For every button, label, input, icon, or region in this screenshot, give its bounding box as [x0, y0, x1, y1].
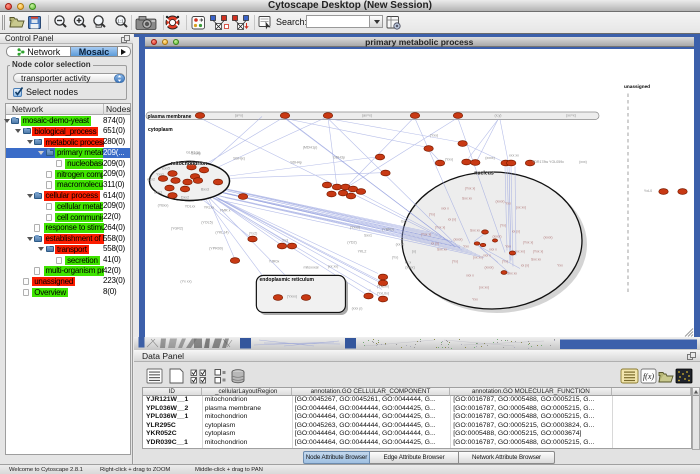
svg-text:GDH3p: GDH3p — [333, 155, 345, 159]
svg-text:(Yx): (Yx) — [451, 259, 457, 263]
svg-text:Sxx xx: Sxx xx — [437, 247, 447, 251]
svg-text:(Yx xx): (Yx xx) — [180, 279, 191, 283]
svg-text:x: x — [369, 288, 371, 292]
svg-text:(ax=x): (ax=x) — [361, 113, 371, 117]
svg-text:mitoxxxal: mitoxxxal — [303, 265, 318, 269]
svg-text:Sxx xx: Sxx xx — [462, 196, 472, 200]
svg-text:Yxx: Yxx — [463, 244, 469, 248]
svg-text:(Yx): (Yx) — [428, 212, 434, 216]
svg-text:(xxxx): (xxxx) — [543, 235, 552, 239]
svg-text:Sxx xx: Sxx xx — [507, 271, 517, 275]
svg-text:(Yxx2): (Yxx2) — [349, 225, 359, 229]
svg-text:(Yxx): (Yxx) — [444, 157, 452, 161]
svg-text:Yxx: Yxx — [472, 297, 478, 301]
svg-text:Yx3: Yx3 — [281, 238, 287, 242]
svg-text:(Yx): (Yx) — [391, 255, 398, 259]
svg-text:(x,y): (x,y) — [494, 113, 501, 117]
svg-text:xxx x: xxx x — [441, 206, 449, 210]
svg-text:mitochondrion: mitochondrion — [170, 161, 206, 167]
svg-text:(Yxx): (Yxx) — [429, 133, 437, 137]
svg-text:(xx xx): (xx xx) — [473, 255, 483, 259]
svg-text:(YD2): (YD2) — [347, 240, 356, 244]
svg-text:(Yxx x): (Yxx x) — [522, 240, 533, 244]
svg-text:(YxL0x): (YxL0x) — [376, 291, 388, 295]
svg-text:xx (x): xx (x) — [430, 241, 438, 245]
svg-text:Sxx1: Sxx1 — [364, 233, 372, 237]
svg-text:Bxx3: Bxx3 — [201, 187, 209, 191]
svg-text:(Yx): (Yx) — [499, 223, 505, 227]
svg-text:(xxxx): (xxxx) — [492, 234, 501, 238]
svg-text:xxx xx: xxx xx — [509, 153, 519, 157]
svg-text:f(x): f(x) — [643, 372, 654, 381]
svg-text:(a=x): (a=x) — [234, 113, 242, 117]
svg-text:(YKL14): (YKL14) — [215, 230, 228, 234]
svg-text:Sxx xx: Sxx xx — [470, 228, 480, 232]
svg-text:(Yxx x): (Yxx x) — [420, 232, 431, 236]
svg-text:xx (x): xx (x) — [520, 263, 528, 267]
svg-text:(xx=x): (xx=x) — [566, 113, 576, 117]
svg-text:xx (x): xx (x) — [511, 229, 519, 233]
svg-text:Axx2: Axx2 — [147, 177, 155, 181]
svg-text:(Yxx x): (Yxx x) — [532, 249, 543, 253]
svg-text:(xx xx): (xx xx) — [327, 264, 338, 268]
svg-text:(MDH1p): (MDH1p) — [302, 145, 317, 149]
svg-text:Gxx: Gxx — [400, 219, 407, 223]
svg-text:(Yxxx): (Yxxx) — [286, 294, 296, 298]
svg-text:Yxx: Yxx — [557, 263, 563, 267]
svg-text:(YxLxx): (YxLxx) — [376, 284, 388, 288]
svg-text:cytoplasm: cytoplasm — [148, 127, 173, 133]
svg-text:Exx5: Exx5 — [162, 166, 170, 170]
svg-text:xx x: xx x — [404, 260, 411, 264]
svg-text:(YOL5): (YOL5) — [201, 220, 213, 224]
svg-text:YKLxx: YKLxx — [203, 205, 214, 209]
svg-text:Cxx1: Cxx1 — [153, 190, 161, 194]
svg-text:YMR x: YMR x — [219, 208, 230, 212]
svg-text:(YBR0): (YBR0) — [382, 227, 394, 231]
svg-text:Dxx2: Dxx2 — [180, 195, 188, 199]
svg-text:(xx x): (xx x) — [395, 242, 404, 246]
svg-text:YxL0: YxL0 — [643, 189, 651, 193]
svg-text:unassigned: unassigned — [624, 84, 650, 89]
svg-text:xx (x): xx (x) — [447, 217, 455, 221]
svg-text:Yxx: Yxx — [505, 201, 511, 205]
svg-text:(Yx): (Yx) — [501, 259, 507, 263]
svg-text:Sxx xx: Sxx xx — [531, 257, 541, 261]
svg-text:SDH(x): SDH(x) — [233, 156, 245, 160]
svg-text:xxx x: xxx x — [489, 247, 497, 251]
svg-text:(xxx): (xxx) — [579, 160, 587, 164]
svg-text:(YBxx): (YBxx) — [157, 203, 168, 207]
svg-text:(xxxx): (xxxx) — [495, 199, 504, 203]
svg-text:xxx x: xxx x — [483, 253, 491, 257]
svg-text:(xxxx): (xxxx) — [485, 156, 495, 160]
svg-text:nucleus: nucleus — [474, 170, 494, 176]
svg-text:Yxx1: Yxx1 — [156, 172, 164, 176]
svg-text:(Yxx x): (Yxx x) — [464, 186, 475, 190]
svg-text:(YGR2): (YGR2) — [170, 226, 182, 230]
svg-text:(xxxx): (xxxx) — [453, 237, 462, 241]
svg-text:1:1: 1:1 — [117, 19, 124, 24]
svg-text:(Yx2): (Yx2) — [248, 231, 257, 235]
svg-text:(xxxx): (xxxx) — [484, 265, 493, 269]
svg-text:xxx x: xxx x — [466, 273, 474, 277]
svg-text:YKL2: YKL2 — [357, 249, 366, 253]
svg-text:(xx xx): (xx xx) — [479, 285, 489, 289]
svg-text:(x): (x) — [411, 249, 415, 253]
svg-text:(xxx p): (xxx p) — [351, 306, 362, 310]
svg-text:SDH4p: SDH4p — [290, 160, 302, 164]
svg-text:YDR178w YOL059c: YDR178w YOL059c — [531, 160, 563, 164]
svg-text:plasma membrane: plasma membrane — [147, 113, 191, 119]
svg-text:Sxx4p: Sxx4p — [191, 151, 201, 155]
svg-text:(xx xx): (xx xx) — [516, 205, 526, 209]
svg-text:Yxx: Yxx — [505, 244, 511, 248]
svg-text:(xxxx): (xxxx) — [405, 265, 415, 269]
svg-text:(YPR00): (YPR00) — [209, 246, 223, 250]
svg-text:endoplasmic reticulum: endoplasmic reticulum — [259, 277, 314, 283]
svg-text:(xx xx): (xx xx) — [515, 249, 525, 253]
svg-text:YJR0x: YJR0x — [268, 259, 279, 263]
svg-text:YDLxx: YDLxx — [184, 204, 195, 208]
svg-text:(Yxx x): (Yxx x) — [434, 225, 445, 229]
